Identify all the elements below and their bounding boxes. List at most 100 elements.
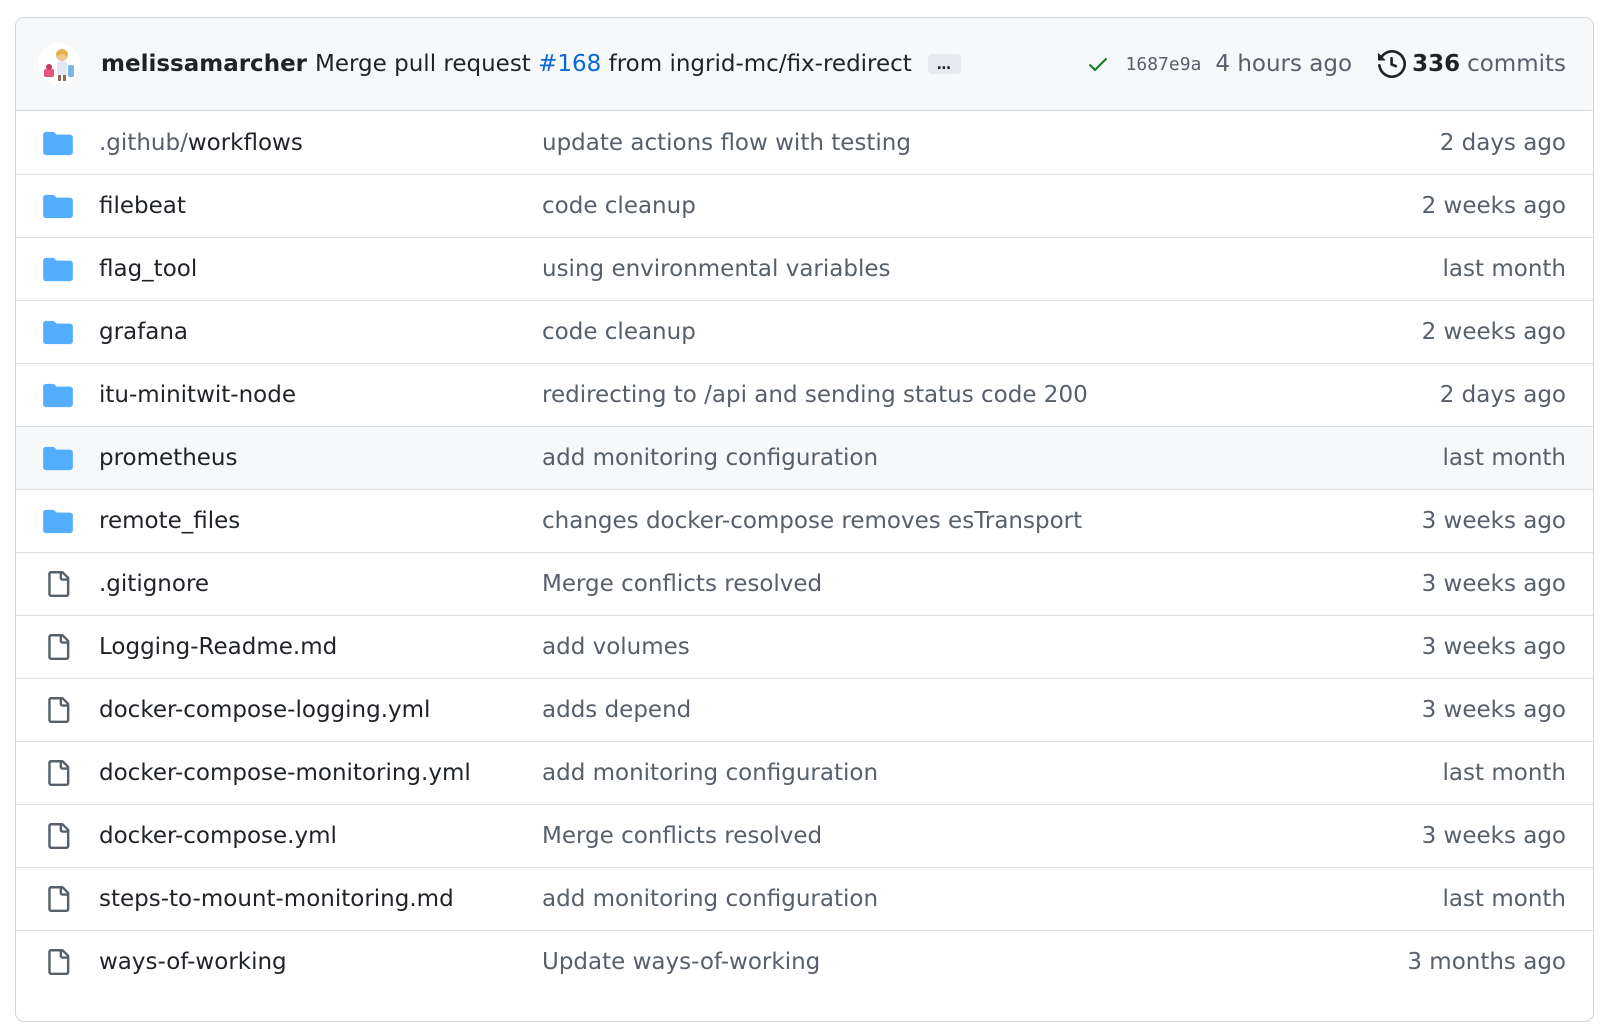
path-name[interactable]: itu-minitwit-node [99, 382, 296, 408]
last-commit-message-link[interactable]: add monitoring configuration [542, 445, 878, 471]
commit-sha[interactable]: 1687e9a [1126, 54, 1202, 75]
history-icon [1378, 50, 1407, 78]
file-row[interactable]: Logging-Readme.md add volumes 3 weeks ago [16, 615, 1593, 678]
last-commit-message-link[interactable]: Update ways-of-working [542, 949, 820, 975]
file-name-link[interactable]: docker-compose-monitoring.yml [99, 760, 471, 786]
pull-request-link[interactable]: #168 [538, 51, 601, 77]
last-commit-time: last month [1442, 886, 1566, 912]
file-row[interactable]: docker-compose-monitoring.yml add monitor… [16, 741, 1593, 804]
file-row[interactable]: ways-of-working Update ways-of-working 3 m… [16, 930, 1593, 993]
file-icon [42, 821, 74, 851]
path-name[interactable]: ways-of-working [99, 949, 287, 975]
last-commit-message-link[interactable]: adds depend [542, 697, 691, 723]
file-name-link[interactable]: docker-compose-logging.yml [99, 697, 430, 723]
folder-icon [42, 443, 74, 473]
author-avatar[interactable] [38, 43, 80, 85]
commit-history-link[interactable]: 336 commits [1378, 50, 1566, 78]
last-commit-message-link[interactable]: add monitoring configuration [542, 886, 878, 912]
path-name[interactable]: steps-to-mount-monitoring.md [99, 886, 454, 912]
folder-icon [42, 191, 74, 221]
last-commit-message-link[interactable]: using environmental variables [542, 256, 890, 282]
last-commit-message-link[interactable]: Merge conflicts resolved [542, 823, 822, 849]
file-row[interactable]: prometheus add monitoring configuration la… [16, 426, 1593, 489]
path-name[interactable]: docker-compose.yml [99, 823, 337, 849]
file-name-link[interactable]: .gitignore [99, 571, 209, 597]
file-name-link[interactable]: filebeat [99, 193, 186, 219]
folder-icon [42, 254, 74, 284]
last-commit-time: 3 weeks ago [1421, 634, 1566, 660]
path-name[interactable]: Logging-Readme.md [99, 634, 337, 660]
folder-icon [42, 506, 74, 536]
folder-icon [42, 380, 74, 410]
path-name[interactable]: docker-compose-monitoring.yml [99, 760, 471, 786]
last-commit-time: 3 weeks ago [1421, 823, 1566, 849]
file-row[interactable]: remote_files changes docker-compose remov… [16, 489, 1593, 552]
last-commit-time: 2 weeks ago [1421, 319, 1566, 345]
last-commit-message-link[interactable]: code cleanup [542, 193, 696, 219]
file-name-link[interactable]: .github/workflows [99, 130, 303, 156]
file-name-link[interactable]: Logging-Readme.md [99, 634, 337, 660]
last-commit-time: 2 days ago [1439, 129, 1566, 156]
last-commit-time: last month [1442, 760, 1566, 786]
last-commit-message-link[interactable]: changes docker-compose removes esTranspo… [542, 508, 1082, 534]
commit-count-label: commits [1467, 51, 1566, 77]
commit-message[interactable]: Merge pull request #168 from ingrid-mc/f… [315, 51, 912, 77]
path-prefix[interactable]: .github/ [99, 130, 188, 156]
commit-message-start[interactable]: Merge pull request [315, 51, 538, 77]
path-name[interactable]: prometheus [99, 445, 237, 471]
file-icon [42, 569, 74, 599]
file-name-link[interactable]: remote_files [99, 508, 240, 534]
file-row[interactable]: steps-to-mount-monitoring.md add monitori… [16, 867, 1593, 930]
expand-message-button[interactable]: … [927, 54, 961, 74]
last-commit-message-link[interactable]: update actions flow with testing [542, 130, 911, 156]
last-commit-time: 3 months ago [1407, 949, 1566, 975]
file-row[interactable]: .gitignore Merge conflicts resolved 3 week… [16, 552, 1593, 615]
file-list: .github/workflows update actions flow wit… [16, 111, 1593, 993]
file-name-link[interactable]: ways-of-working [99, 949, 287, 975]
last-commit-message-link[interactable]: add monitoring configuration [542, 760, 878, 786]
file-row[interactable]: docker-compose-logging.yml adds depend 3 w… [16, 678, 1593, 741]
file-row[interactable]: docker-compose.yml Merge conflicts resolv… [16, 804, 1593, 867]
file-row[interactable]: flag_tool using environmental variables la… [16, 237, 1593, 300]
file-name-link[interactable]: grafana [99, 319, 188, 345]
file-name-link[interactable]: prometheus [99, 445, 237, 471]
commit-message-end[interactable]: from ingrid-mc/fix-redirect [601, 51, 912, 77]
folder-icon [42, 128, 74, 158]
last-commit-message-link[interactable]: redirecting to /api and sending status c… [542, 382, 1088, 408]
file-name-link[interactable]: flag_tool [99, 256, 197, 282]
path-name[interactable]: remote_files [99, 508, 240, 534]
file-browser: melissamarcher Merge pull request #168 f… [15, 17, 1594, 1022]
file-name-link[interactable]: itu-minitwit-node [99, 382, 296, 408]
file-row[interactable]: .github/workflows update actions flow wit… [16, 111, 1593, 174]
path-name[interactable]: filebeat [99, 193, 186, 219]
file-icon [42, 884, 74, 914]
file-icon [42, 632, 74, 662]
last-commit-message-link[interactable]: add volumes [542, 634, 690, 660]
path-name[interactable]: .gitignore [99, 571, 209, 597]
file-name-link[interactable]: docker-compose.yml [99, 823, 337, 849]
file-icon [42, 695, 74, 725]
path-name[interactable]: grafana [99, 319, 188, 345]
last-commit-time: 3 weeks ago [1421, 697, 1566, 723]
file-row[interactable]: filebeat code cleanup 2 weeks ago [16, 174, 1593, 237]
commit-author[interactable]: melissamarcher [101, 51, 307, 77]
path-name[interactable]: docker-compose-logging.yml [99, 697, 430, 723]
path-name[interactable]: workflows [188, 130, 303, 156]
commit-count: 336 [1412, 51, 1461, 77]
last-commit-message-link[interactable]: code cleanup [542, 319, 696, 345]
file-row[interactable]: itu-minitwit-node redirecting to /api and… [16, 363, 1593, 426]
path-name[interactable]: flag_tool [99, 256, 197, 282]
file-icon [42, 947, 74, 977]
last-commit-time: 2 weeks ago [1421, 193, 1566, 219]
file-icon [42, 758, 74, 788]
file-name-link[interactable]: steps-to-mount-monitoring.md [99, 886, 454, 912]
last-commit-message-link[interactable]: Merge conflicts resolved [542, 571, 822, 597]
last-commit-time: 3 weeks ago [1421, 508, 1566, 534]
last-commit-time: last month [1442, 256, 1566, 282]
last-commit-time: 2 days ago [1439, 382, 1566, 408]
check-icon[interactable] [1086, 52, 1110, 76]
last-commit-time: last month [1442, 445, 1566, 471]
latest-commit-bar: melissamarcher Merge pull request #168 f… [16, 18, 1593, 111]
file-row[interactable]: grafana code cleanup 2 weeks ago [16, 300, 1593, 363]
commit-time: 4 hours ago [1215, 51, 1353, 77]
